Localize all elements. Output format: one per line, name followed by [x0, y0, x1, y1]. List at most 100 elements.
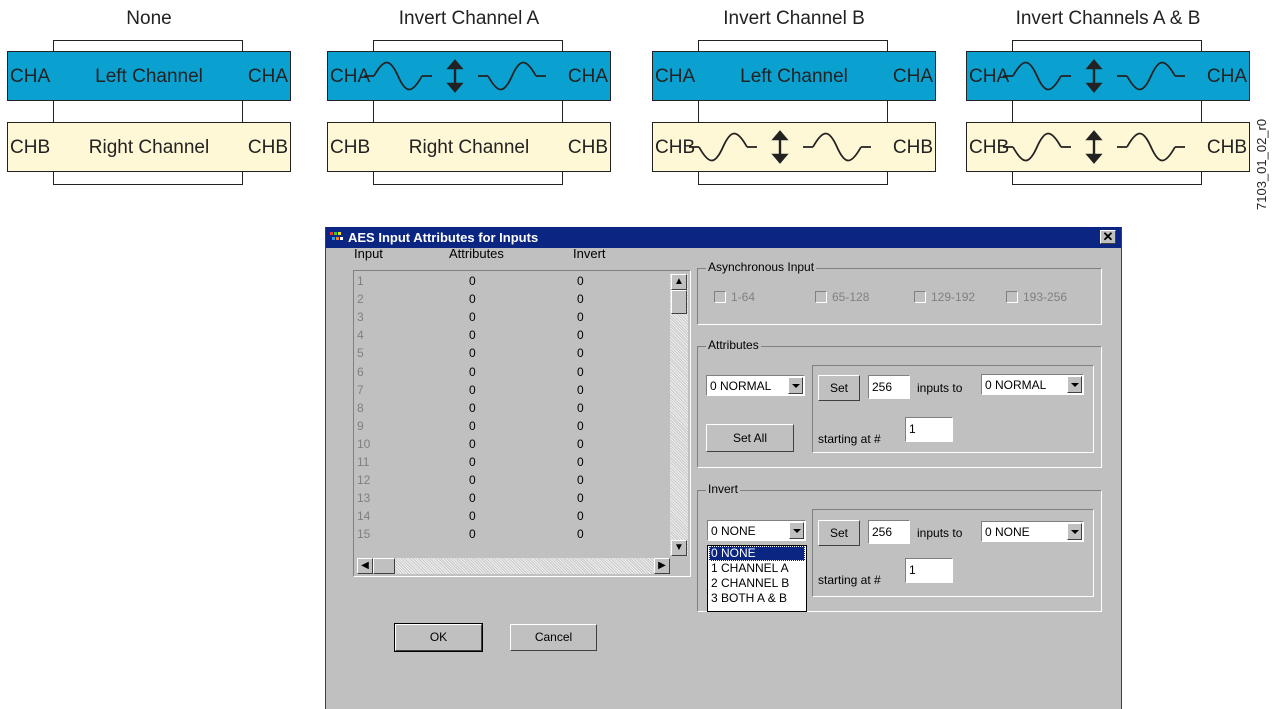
horizontal-scrollbar[interactable]: ◀ ▶ — [357, 558, 670, 574]
attributes-cell: 0 — [469, 292, 476, 307]
table-row[interactable]: 6 0 0 — [355, 365, 667, 380]
inverted-waveform-icon — [1003, 130, 1185, 164]
invert-option-1[interactable]: 1 CHANNEL A — [709, 561, 805, 576]
signal-bracket — [53, 172, 243, 185]
channel-name-label: Left Channel — [740, 66, 848, 87]
input-cell: 6 — [357, 364, 364, 379]
attributes-cell: 0 — [469, 346, 476, 361]
invert-cell: 0 — [577, 310, 584, 325]
invert-cell: 0 — [577, 455, 584, 469]
invert-inputs-to-label: inputs to — [917, 526, 963, 540]
table-row[interactable]: 7 0 0 — [355, 383, 667, 398]
invert-option-0[interactable]: 0 NONE — [709, 546, 805, 561]
input-cell: 1 — [357, 274, 364, 288]
channel-name-label: Right Channel — [88, 137, 210, 158]
channel-diagram: Invert Channel A CHA CHA CHB CHB Right Channe… — [327, 0, 611, 200]
table-row[interactable]: 4 0 0 — [355, 328, 667, 343]
chevron-down-icon[interactable] — [1067, 523, 1082, 540]
scroll-thumb[interactable] — [671, 290, 687, 314]
attributes-start-input[interactable]: 1 — [905, 417, 953, 442]
attributes-target-select[interactable]: 0 NORMAL — [981, 374, 1084, 395]
attributes-cell: 0 — [469, 382, 476, 397]
input-cell: 12 — [357, 473, 371, 488]
invert-set-button[interactable]: Set — [818, 520, 860, 546]
channel-name-label: Right Channel — [408, 137, 530, 158]
attributes-select[interactable]: 0 NORMAL — [706, 375, 805, 396]
inputs-list-rows: 1 0 0 2 0 0 3 0 0 4 0 0 5 0 0 6 0 0 7 0 0 8 0 0 9 0 0 10 0 0 11 0 0 12 0 0 1… — [355, 274, 667, 556]
attributes-inputs-to-label: inputs to — [917, 381, 963, 395]
signal-bracket — [1012, 100, 1202, 122]
channel-b-bar: CHB CHB Right Channel — [327, 122, 611, 172]
close-icon[interactable]: ✕ — [1100, 230, 1116, 244]
table-row[interactable]: 10 0 0 — [355, 437, 667, 452]
chevron-down-icon[interactable] — [1067, 376, 1082, 393]
attributes-cell: 0 — [469, 364, 476, 379]
table-row[interactable]: 1 0 0 — [355, 274, 667, 289]
checkbox-box — [1006, 291, 1018, 303]
signal-bracket — [53, 100, 243, 122]
vertical-scrollbar[interactable]: ▲ ▼ — [670, 274, 688, 556]
invert-cell: 0 — [577, 346, 584, 361]
invert-cell: 0 — [577, 292, 584, 307]
invert-cell: 0 — [577, 509, 584, 524]
cancel-button[interactable]: Cancel — [510, 624, 597, 651]
table-row[interactable]: 5 0 0 — [355, 346, 667, 361]
inputs-list[interactable]: 1 0 0 2 0 0 3 0 0 4 0 0 5 0 0 6 0 0 7 0 0 8 0 0 9 0 0 10 0 0 11 0 0 12 0 0 1… — [353, 270, 691, 577]
invert-start-input[interactable]: 1 — [905, 558, 953, 583]
scroll-up-icon[interactable]: ▲ — [671, 274, 687, 290]
scroll-right-icon[interactable]: ▶ — [654, 558, 670, 574]
table-row[interactable]: 9 0 0 — [355, 419, 667, 434]
input-cell: 9 — [357, 418, 364, 433]
diagram-title: Invert Channel B — [723, 8, 865, 29]
async-checkbox-65-128[interactable]: 65-128 — [815, 290, 869, 304]
chevron-down-icon[interactable] — [788, 377, 803, 394]
table-row[interactable]: 11 0 0 — [355, 455, 667, 470]
table-row[interactable]: 8 0 0 — [355, 401, 667, 416]
invert-cell: 0 — [577, 274, 584, 288]
table-row[interactable]: 15 0 0 — [355, 527, 667, 542]
attributes-set-button[interactable]: Set — [818, 375, 860, 401]
attributes-cell: 0 — [469, 509, 476, 524]
invert-dropdown-list[interactable]: 0 NONE 1 CHANNEL A 2 CHANNEL B 3 BOTH A … — [707, 545, 807, 612]
channel-diagram: None CHA CHA Left Channel CHB CHB Right Channe… — [7, 0, 291, 200]
table-row[interactable]: 14 0 0 — [355, 509, 667, 524]
invert-option-3[interactable]: 3 BOTH A & B — [709, 591, 805, 606]
checkbox-box — [815, 291, 827, 303]
dialog-titlebar[interactable]: AES Input Attributes for Inputs ✕ — [326, 227, 1121, 248]
channel-a-bar: CHA CHA Left Channel — [7, 51, 291, 101]
signal-bracket — [698, 100, 888, 122]
attributes-cell: 0 — [469, 491, 476, 506]
diagram-title: Invert Channel A — [398, 8, 540, 29]
diagram-title: Invert Channels A & B — [1015, 8, 1201, 29]
scroll-down-icon[interactable]: ▼ — [671, 540, 687, 556]
chevron-down-icon[interactable] — [789, 522, 804, 539]
figure-id-label: 7103_01_02_r0 — [1254, 118, 1269, 210]
invert-option-2[interactable]: 2 CHANNEL B — [709, 576, 805, 591]
table-row[interactable]: 3 0 0 — [355, 310, 667, 325]
table-row[interactable]: 12 0 0 — [355, 473, 667, 488]
invert-target-select[interactable]: 0 NONE — [981, 521, 1084, 542]
scroll-left-icon[interactable]: ◀ — [357, 558, 373, 574]
channel-diagram: Invert Channel B CHA CHA Left Channel CHB CHB — [652, 0, 936, 200]
channel-name-label: Left Channel — [95, 66, 203, 87]
channel-b-bar: CHB CHB — [652, 122, 936, 172]
invert-select[interactable]: 0 NONE — [707, 520, 806, 541]
input-cell: 13 — [357, 491, 371, 506]
ok-button[interactable]: OK — [394, 623, 483, 652]
async-checkbox-193-256[interactable]: 193-256 — [1006, 290, 1067, 304]
table-row[interactable]: 13 0 0 — [355, 491, 667, 506]
attributes-cell: 0 — [469, 455, 476, 469]
async-checkbox-1-64[interactable]: 1-64 — [714, 290, 755, 304]
input-cell: 3 — [357, 310, 364, 325]
hscroll-thumb[interactable] — [373, 558, 395, 574]
invert-cell: 0 — [577, 364, 584, 379]
column-header-input: Input — [354, 246, 383, 261]
invert-count-input[interactable]: 256 — [868, 520, 910, 544]
signal-bracket — [373, 100, 563, 122]
table-row[interactable]: 2 0 0 — [355, 292, 667, 307]
async-checkbox-129-192[interactable]: 129-192 — [914, 290, 975, 304]
attributes-count-input[interactable]: 256 — [868, 375, 910, 399]
set-all-button[interactable]: Set All — [706, 424, 794, 452]
channel-a-bar: CHA CHA Left Channel — [652, 51, 936, 101]
attributes-cell: 0 — [469, 400, 476, 415]
